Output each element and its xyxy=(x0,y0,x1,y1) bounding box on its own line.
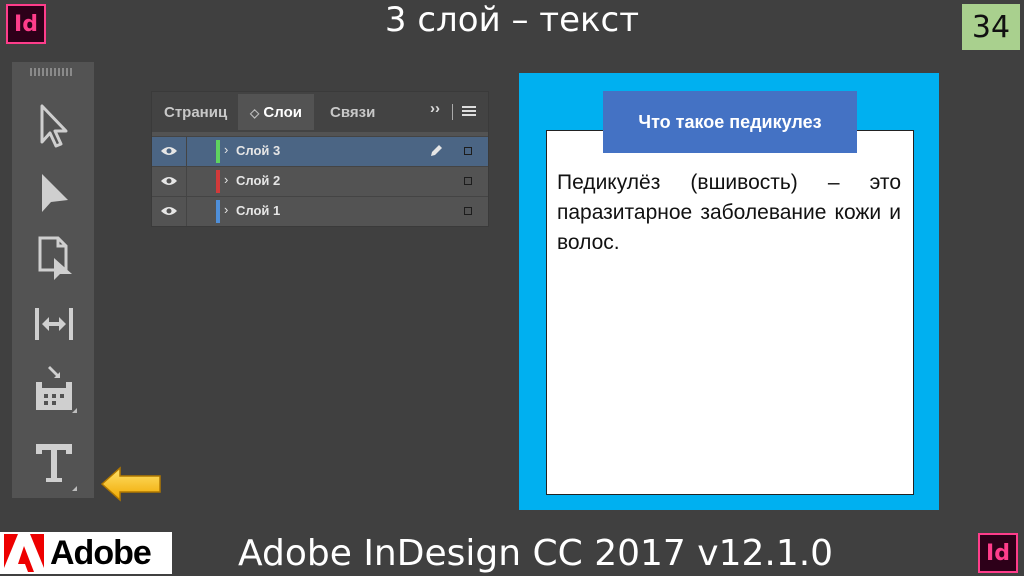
slide-title: 3 слой – текст xyxy=(384,0,640,40)
expand-chevron-icon[interactable]: › xyxy=(224,202,228,217)
eye-icon[interactable] xyxy=(160,174,178,188)
column-divider xyxy=(186,137,187,166)
tab-layers[interactable]: ◇ Слои xyxy=(238,94,314,130)
panel-grip-handle[interactable] xyxy=(30,68,74,76)
layer-select-box[interactable] xyxy=(464,177,472,185)
tab-layers-label: Слои xyxy=(263,104,302,121)
layer-row[interactable]: › Слой 2 xyxy=(152,166,488,196)
adobe-mark-icon xyxy=(4,534,44,572)
layer-color-chip xyxy=(216,140,220,163)
eye-icon[interactable] xyxy=(160,204,178,218)
adobe-logo: Adobe xyxy=(0,532,172,574)
layer-row[interactable]: › Слой 3 xyxy=(152,136,488,166)
tab-pages[interactable]: Страниц xyxy=(164,94,240,130)
layer-select-box[interactable] xyxy=(464,147,472,155)
adobe-wordmark: Adobe xyxy=(50,534,152,572)
indesign-logo-icon: Id xyxy=(978,533,1018,573)
selection-tool-icon[interactable] xyxy=(32,102,76,150)
layer-name: Слой 3 xyxy=(236,143,281,158)
column-divider xyxy=(186,197,187,226)
tab-divider xyxy=(452,104,453,120)
flyout-indicator-icon xyxy=(72,486,77,491)
layer-name: Слой 1 xyxy=(236,203,281,218)
type-tool-icon[interactable] xyxy=(32,438,76,486)
expand-chevron-icon[interactable]: › xyxy=(224,142,228,157)
layer-name: Слой 2 xyxy=(236,173,281,188)
gap-tool-icon[interactable] xyxy=(32,300,76,348)
layer-color-chip xyxy=(216,200,220,223)
tools-panel xyxy=(12,62,94,498)
layer-row[interactable]: › Слой 1 xyxy=(152,196,488,226)
column-divider xyxy=(186,167,187,196)
slide-number: 34 xyxy=(962,4,1020,50)
flyout-indicator-icon xyxy=(72,408,77,413)
panel-menu-icon[interactable] xyxy=(462,105,476,117)
pen-icon xyxy=(431,145,442,156)
layer-color-chip xyxy=(216,170,220,193)
layer-select-box[interactable] xyxy=(464,207,472,215)
panel-more-button[interactable]: ›› xyxy=(430,100,440,117)
eye-icon[interactable] xyxy=(160,144,178,158)
layers-panel: Страниц ◇ Слои Связи ›› › Слой 3 › Слой … xyxy=(152,92,488,226)
expand-chevron-icon[interactable]: › xyxy=(224,172,228,187)
heading-box: Что такое педикулез xyxy=(603,91,857,153)
pointer-arrow-icon xyxy=(100,466,161,502)
footer-caption: Adobe InDesign CC 2017 v12.1.0 xyxy=(238,533,834,574)
panel-tabs: Страниц ◇ Слои Связи ›› xyxy=(152,92,488,132)
direct-selection-tool-icon[interactable] xyxy=(32,170,76,218)
page-tool-icon[interactable] xyxy=(32,234,76,282)
body-text: Педикулёз (вшивость) – это паразитарное … xyxy=(557,171,901,254)
tab-collapse-icon: ◇ xyxy=(250,106,260,120)
content-collector-icon[interactable] xyxy=(32,366,76,414)
tab-links[interactable]: Связи xyxy=(330,94,390,130)
